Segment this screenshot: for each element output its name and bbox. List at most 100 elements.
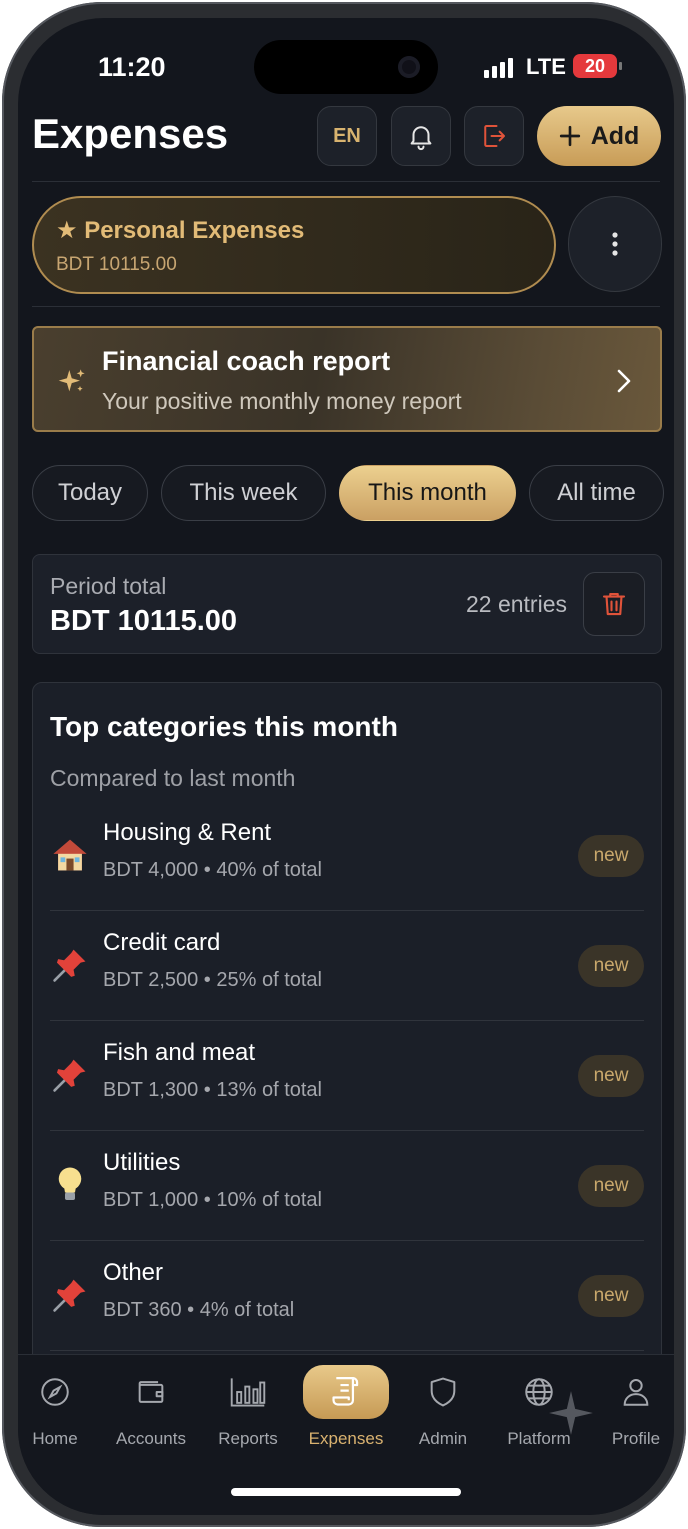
categories-title: Top categories this month [50,711,398,742]
top-categories-card: Top categories this month Compared to la… [32,682,662,1402]
category-meta: BDT 1,000 • 10% of total [103,1189,322,1211]
star-icon: ★ [56,217,78,244]
notifications-button[interactable] [391,106,451,166]
status-time: 11:20 [98,52,166,82]
tab-label: Home [32,1429,78,1448]
pushpin-icon [50,1273,90,1317]
home-indicator [231,1488,461,1496]
tab-home[interactable]: Home [18,1365,103,1449]
bell-icon [410,126,432,151]
account-divider [32,306,660,307]
tab-label: Reports [218,1429,278,1448]
logout-icon [484,125,505,147]
battery-icon: 20 [573,54,622,78]
tab-label: Accounts [116,1429,186,1448]
category-meta: BDT 2,500 • 25% of total [103,969,322,991]
header-divider [32,181,660,182]
compass-icon [41,1378,69,1406]
category-row[interactable]: Housing & Rent BDT 4,000 • 40% of total … [50,801,644,911]
tab-reports[interactable]: Reports [200,1365,296,1449]
logout-button[interactable] [464,106,524,166]
period-total-card: Period total BDT 10115.00 22 entries [32,554,662,654]
category-row[interactable]: Fish and meat BDT 1,300 • 13% of total n… [50,1021,644,1131]
tab-expenses[interactable]: Expenses [298,1365,394,1449]
category-row[interactable]: Other BDT 360 • 4% of total new [50,1241,644,1351]
account-name-label: Personal Expenses [84,217,305,244]
period-chip-today[interactable]: Today [32,465,148,521]
tab-label: Profile [611,1429,661,1448]
category-amount: BDT 360 [103,1299,182,1321]
lightbulb-icon [50,1163,90,1207]
category-share: 40% of total [216,859,322,881]
new-badge: new [578,945,644,987]
entries-count: 22 entries [465,591,567,617]
phone-frame: 11:20 LTE 20 Expenses EN Add ★ Personal … [2,2,686,1527]
category-name: Fish and meat [103,1039,256,1066]
sparkle-watermark-icon [549,1391,593,1435]
coach-title: Financial coach report [102,346,391,376]
delete-button[interactable] [583,572,645,636]
sparkles-icon [58,369,85,392]
account-balance: BDT 10115.00 [56,254,177,275]
period-total-amount: BDT 10115.00 [50,605,238,637]
account-selector[interactable]: ★ Personal Expenses BDT 10115.00 [32,196,556,294]
coach-subtitle: Your positive monthly money report [102,388,462,414]
category-amount: BDT 1,000 [103,1189,199,1211]
shield-icon [430,1377,456,1407]
category-meta: BDT 4,000 • 40% of total [103,859,322,881]
user-icon [623,1378,649,1406]
network-label: LTE [526,54,566,79]
pushpin-icon [50,943,90,987]
new-badge: new [578,1055,644,1097]
category-share: 13% of total [216,1079,322,1101]
period-chip-this-month[interactable]: This month [339,465,516,521]
category-name: Credit card [103,929,221,956]
category-meta: BDT 360 • 4% of total [103,1299,295,1321]
bar-chart-icon [230,1378,266,1407]
tab-accounts[interactable]: Accounts [103,1365,199,1449]
house-icon [50,833,90,877]
tab-profile[interactable]: Profile [588,1365,674,1449]
new-badge: new [578,1165,644,1207]
row-divider [50,1350,644,1351]
tab-label: Admin [418,1429,468,1448]
account-menu-button[interactable] [568,196,662,292]
chevron-right-icon [617,369,631,393]
period-total-label: Period total [50,573,167,599]
category-row[interactable]: Credit card BDT 2,500 • 25% of total new [50,911,644,1021]
app-screen: 11:20 LTE 20 Expenses EN Add ★ Personal … [18,18,674,1515]
add-button-label: Add [590,121,640,150]
signal-icon [484,58,514,78]
period-chip-this-week[interactable]: This week [161,465,326,521]
financial-coach-card[interactable]: Financial coach report Your positive mon… [32,326,662,432]
period-chip-all-time[interactable]: All time [529,465,664,521]
category-name: Housing & Rent [103,819,272,846]
category-name: Other [103,1259,164,1286]
category-amount: BDT 2,500 [103,969,199,991]
category-amount: BDT 4,000 [103,859,199,881]
new-badge: new [578,835,644,877]
account-name: ★ Personal Expenses [56,216,304,245]
camera-icon [398,56,420,78]
category-name: Utilities [103,1149,181,1176]
add-button[interactable]: Add [537,106,661,166]
tab-admin[interactable]: Admin [395,1365,491,1449]
category-amount: BDT 1,300 [103,1079,199,1101]
dynamic-island [254,40,438,94]
trash-icon [602,592,626,616]
category-meta: BDT 1,300 • 13% of total [103,1079,322,1101]
tab-label: Expenses [308,1429,384,1448]
pushpin-icon [50,1053,90,1097]
receipt-icon [332,1377,359,1406]
new-badge: new [578,1275,644,1317]
category-share: 10% of total [216,1189,322,1211]
categories-subtitle: Compared to last month [50,765,296,791]
plus-icon [559,125,580,147]
more-vertical-icon [612,232,618,256]
category-share: 25% of total [216,969,322,991]
page-title: Expenses [32,110,229,157]
category-row[interactable]: Utilities BDT 1,000 • 10% of total new [50,1131,644,1241]
wallet-icon [138,1381,164,1403]
language-button[interactable]: EN [317,106,377,166]
category-share: 4% of total [199,1299,295,1321]
